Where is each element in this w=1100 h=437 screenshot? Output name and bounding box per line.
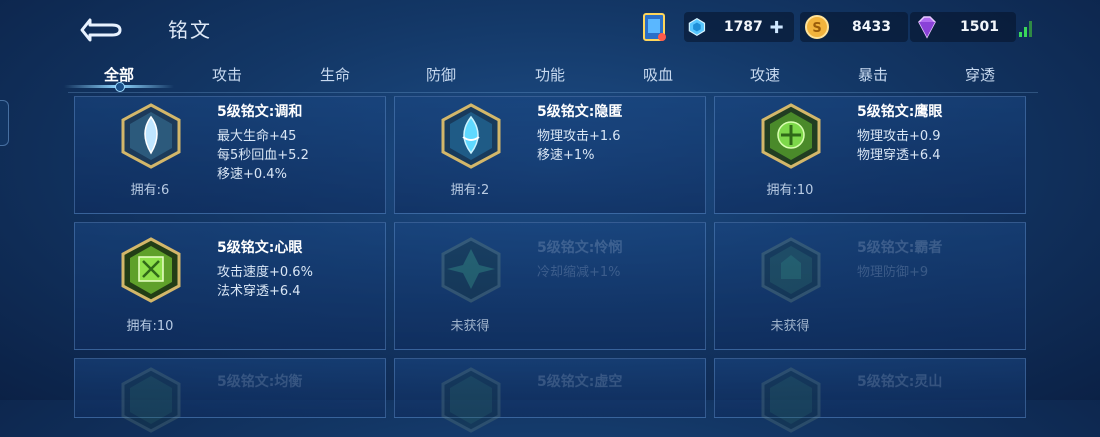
inscription-card[interactable]: 5级铭文:均衡	[74, 358, 386, 433]
owned-count: 拥有:6	[130, 183, 170, 198]
inscription-name: 5级铭文:调和	[217, 104, 303, 120]
inscription-name: 5级铭文:怜悯	[537, 240, 623, 256]
inscription-hawkeye-icon	[759, 103, 823, 169]
inscription-void-icon	[439, 367, 503, 433]
tab-function[interactable]: 功能	[535, 64, 565, 85]
inscription-stat: 物理攻击+1.6	[537, 129, 621, 144]
inscription-name: 5级铭文:鹰眼	[857, 104, 943, 120]
inscription-card[interactable]: 未获得 5级铭文:霸者 物理防御+9	[714, 222, 1026, 350]
inscription-box-button[interactable]	[640, 12, 668, 42]
tab-health[interactable]: 生命	[320, 64, 350, 85]
inscription-mind-eye-icon	[119, 237, 183, 303]
inscription-stat: 移速+1%	[537, 148, 595, 163]
inscription-card[interactable]: 拥有:2 5级铭文:隐匿 物理攻击+1.6 移速+1%	[394, 96, 706, 214]
diamond-resource: 1501	[910, 12, 1016, 42]
inscription-stat: 每5秒回血+5.2	[217, 148, 309, 163]
tab-lifesteal[interactable]: 吸血	[643, 64, 673, 85]
inscription-overlord-icon	[759, 237, 823, 303]
tab-divider	[68, 92, 1038, 93]
signal-icon	[1019, 21, 1032, 37]
inscription-stat: 法术穿透+6.4	[217, 284, 301, 299]
page-title: 铭文	[168, 18, 212, 42]
inscription-card[interactable]: 未获得 5级铭文:怜悯 冷却缩减+1%	[394, 222, 706, 350]
inscription-stat: 攻击速度+0.6%	[217, 265, 313, 280]
inscription-balance-icon	[119, 367, 183, 433]
tab-defense[interactable]: 防御	[426, 64, 456, 85]
owned-count: 拥有:2	[450, 183, 490, 198]
back-button[interactable]	[76, 14, 124, 42]
inscription-spirit-mountain-icon	[759, 367, 823, 433]
inscription-box-icon	[643, 13, 666, 41]
svg-text:S: S	[812, 21, 821, 36]
owned-count: 拥有:10	[126, 319, 174, 334]
inscription-mercy-icon	[439, 237, 503, 303]
owned-count: 拥有:10	[766, 183, 814, 198]
inscription-stat: 最大生命+45	[217, 129, 297, 144]
crystal-count: 1787	[723, 19, 763, 35]
gold-coin-icon: S	[805, 15, 829, 39]
inscription-card[interactable]: 拥有:10 5级铭文:鹰眼 物理攻击+0.9 物理穿透+6.4	[714, 96, 1026, 214]
inscription-name: 5级铭文:灵山	[857, 374, 943, 390]
side-drawer-handle[interactable]	[0, 100, 9, 146]
diamond-count: 1501	[960, 19, 999, 35]
gold-count: 8433	[852, 19, 891, 35]
inscription-card[interactable]: 拥有:6 5级铭文:调和 最大生命+45 每5秒回血+5.2 移速+0.4%	[74, 96, 386, 214]
top-bar: 铭文 1787 S 8433 1501	[0, 0, 1100, 58]
inscription-stat: 物理穿透+6.4	[857, 148, 941, 163]
inscription-stat: 物理防御+9	[857, 265, 929, 280]
back-arrow-icon	[80, 18, 122, 42]
tab-bar: 全部 攻击 生命 防御 功能 吸血 攻速 暴击 穿透	[68, 58, 1058, 92]
inscription-stat: 物理攻击+0.9	[857, 129, 941, 144]
tab-critical[interactable]: 暴击	[858, 64, 888, 85]
tab-attack-speed[interactable]: 攻速	[750, 64, 780, 85]
inscription-card[interactable]: 5级铭文:灵山	[714, 358, 1026, 433]
inscription-card[interactable]: 5级铭文:虚空	[394, 358, 706, 433]
inscription-name: 5级铭文:霸者	[857, 240, 943, 256]
inscription-stat: 冷却缩减+1%	[537, 265, 621, 280]
owned-count: 未获得	[450, 319, 490, 334]
tab-attack[interactable]: 攻击	[212, 64, 242, 85]
inscription-harmony-icon	[119, 103, 183, 169]
inscription-name: 5级铭文:虚空	[537, 374, 623, 390]
gold-resource: S 8433	[800, 12, 908, 42]
tab-penetration[interactable]: 穿透	[965, 64, 995, 85]
inscription-stealth-icon	[439, 103, 503, 169]
crystal-icon	[688, 17, 706, 37]
plus-icon[interactable]	[769, 17, 784, 37]
inscription-stat: 移速+0.4%	[217, 167, 287, 182]
diamond-icon	[918, 16, 936, 39]
owned-count: 未获得	[770, 319, 810, 334]
inscription-name: 5级铭文:均衡	[217, 374, 303, 390]
crystal-resource: 1787	[684, 12, 794, 42]
inscription-name: 5级铭文:隐匿	[537, 104, 623, 120]
inscription-name: 5级铭文:心眼	[217, 240, 303, 256]
inscription-card[interactable]: 拥有:10 5级铭文:心眼 攻击速度+0.6% 法术穿透+6.4	[74, 222, 386, 350]
active-tab-dot	[115, 82, 125, 92]
